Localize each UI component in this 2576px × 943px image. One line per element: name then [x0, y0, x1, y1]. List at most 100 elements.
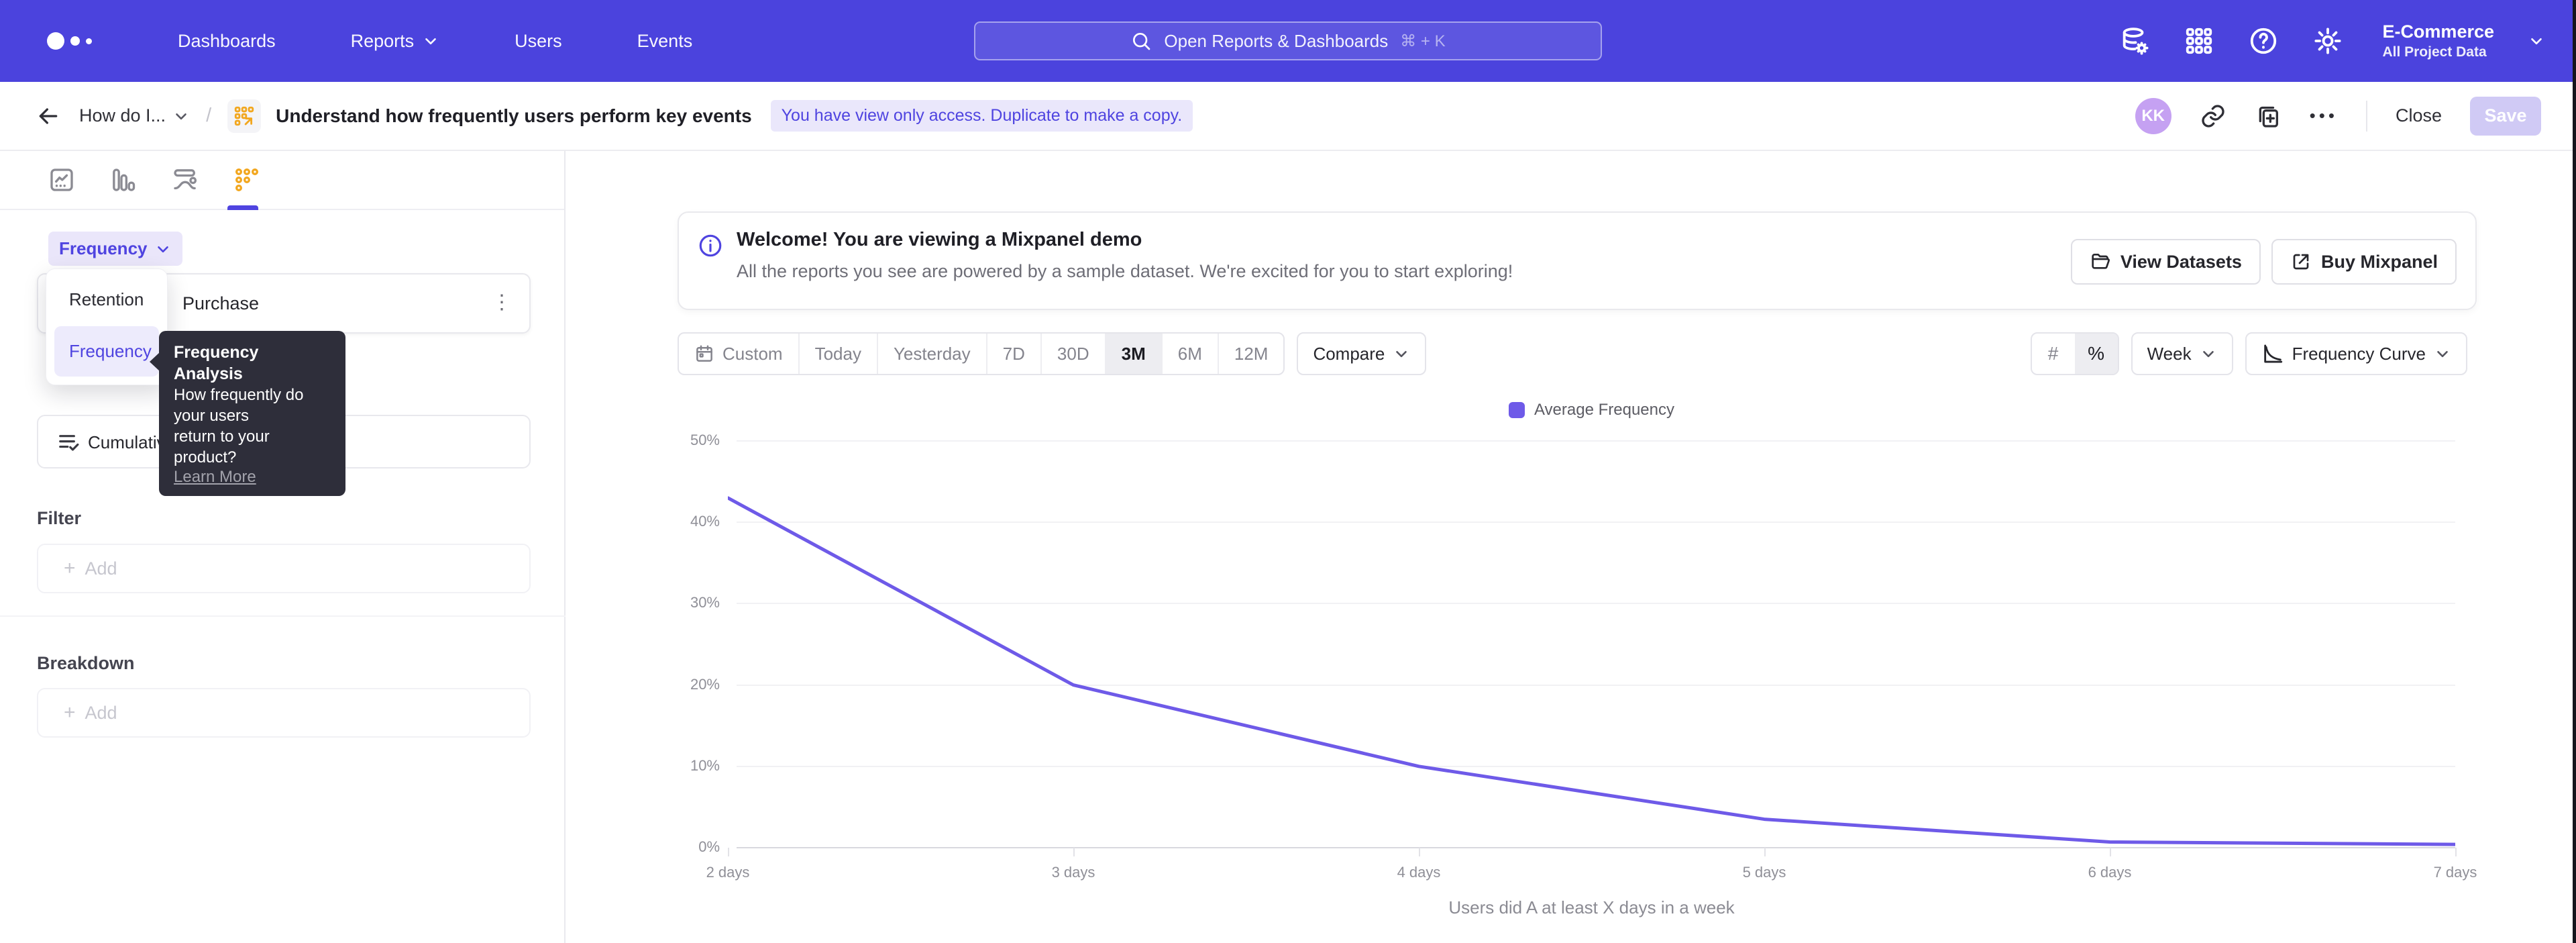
measure-dropdown-trigger[interactable]: Frequency	[48, 232, 182, 266]
more-options-icon[interactable]: •••	[2310, 105, 2338, 126]
range-7d[interactable]: 7D	[987, 334, 1042, 374]
y-axis-label: 30%	[653, 594, 720, 611]
report-main: Welcome! You are viewing a Mixpanel demo…	[566, 151, 2576, 943]
breadcrumb-separator: /	[206, 105, 211, 127]
chevron-down-icon	[2200, 345, 2217, 362]
search-placeholder: Open Reports & Dashboards	[1164, 31, 1388, 52]
x-axis-tick	[2110, 848, 2111, 856]
compare-button[interactable]: Compare	[1297, 332, 1426, 375]
percent-toggle-active[interactable]: %	[2075, 334, 2118, 374]
y-axis-label: 0%	[653, 838, 720, 856]
y-axis-label: 40%	[653, 513, 720, 530]
x-axis-tick	[1764, 848, 1766, 856]
chevron-down-icon	[2528, 32, 2545, 50]
chevron-down-icon	[1393, 345, 1410, 362]
x-axis-tick	[728, 848, 729, 856]
nav-events[interactable]: Events	[637, 31, 693, 52]
interval-dropdown[interactable]: Week	[2131, 332, 2233, 375]
project-switcher[interactable]: E-Commerce All Project Data	[2382, 21, 2494, 60]
range-30d[interactable]: 30D	[1042, 334, 1106, 374]
x-axis-label: 7 days	[2415, 864, 2496, 881]
tab-flows-icon[interactable]	[172, 166, 199, 193]
breakdown-heading: Breakdown	[37, 653, 135, 674]
mixpanel-logo-icon[interactable]	[47, 32, 92, 50]
event-label: Purchase	[182, 293, 259, 314]
settings-gear-icon[interactable]	[2312, 26, 2343, 56]
view-datasets-button[interactable]: View Datasets	[2071, 239, 2261, 285]
tab-insights-icon[interactable]	[48, 166, 75, 193]
report-header: How do I... / Understand how frequently …	[0, 82, 2576, 151]
filter-heading: Filter	[37, 508, 81, 529]
range-today[interactable]: Today	[800, 334, 878, 374]
value-format-toggle: # %	[2031, 332, 2119, 375]
tooltip-title: Frequency Analysis	[174, 342, 331, 385]
chart-legend[interactable]: Average Frequency	[728, 401, 2455, 419]
learn-more-link[interactable]: Learn More	[174, 468, 331, 487]
global-search-input[interactable]: Open Reports & Dashboards ⌘ + K	[974, 21, 1602, 60]
chart-type-dropdown[interactable]: Frequency Curve	[2245, 332, 2467, 375]
tooltip-body-1: How frequently do your users	[174, 385, 331, 426]
frequency-line-series[interactable]	[728, 441, 2455, 854]
back-arrow-icon[interactable]	[35, 103, 62, 130]
mixpanel-app: Dashboards Reports Users Events Open Rep…	[0, 0, 2576, 943]
search-icon	[1130, 30, 1152, 52]
duplicate-icon[interactable]	[2255, 103, 2282, 130]
query-sidebar: Frequency Purchase ⋮ Retention Frequency…	[0, 151, 566, 943]
range-6m[interactable]: 6M	[1163, 334, 1219, 374]
sidebar-divider	[0, 615, 566, 617]
range-12m[interactable]: 12M	[1219, 334, 1284, 374]
range-custom[interactable]: Custom	[679, 334, 800, 374]
report-type-tabs	[0, 151, 564, 210]
view-only-notice[interactable]: You have view only access. Duplicate to …	[771, 100, 1193, 132]
breakdown-add-button[interactable]: + Add	[37, 688, 531, 738]
avatar[interactable]: KK	[2135, 98, 2171, 134]
x-axis-label: 4 days	[1379, 864, 1459, 881]
chevron-down-icon	[2434, 345, 2451, 362]
x-axis-tick	[1073, 848, 1075, 856]
close-button[interactable]: Close	[2396, 105, 2442, 126]
report-title: Understand how frequently users perform …	[276, 105, 752, 127]
nav-right-cluster: E-Commerce All Project Data	[2119, 21, 2545, 60]
data-management-icon[interactable]	[2119, 26, 2150, 56]
calendar-icon	[694, 344, 714, 364]
frequency-curve-icon	[2261, 342, 2284, 365]
gridline	[737, 522, 2455, 523]
tab-funnels-icon[interactable]	[110, 166, 137, 193]
list-check-icon	[57, 430, 83, 456]
tab-retention-icon[interactable]	[233, 166, 260, 193]
date-controls: Custom Today Yesterday 7D 30D 3M 6M 12M …	[678, 332, 1426, 375]
gridline	[737, 847, 2455, 848]
retention-report-icon	[227, 99, 261, 133]
demo-banner: Welcome! You are viewing a Mixpanel demo…	[678, 211, 2477, 310]
x-axis-label: 6 days	[2070, 864, 2150, 881]
info-icon	[698, 233, 723, 258]
x-axis-tick	[2455, 848, 2457, 856]
filter-add-button[interactable]: + Add	[37, 544, 531, 593]
buy-mixpanel-button[interactable]: Buy Mixpanel	[2271, 239, 2457, 285]
apps-grid-icon[interactable]	[2184, 26, 2214, 56]
banner-title: Welcome! You are viewing a Mixpanel demo	[737, 229, 1142, 251]
save-button[interactable]: Save	[2470, 97, 2541, 136]
gridline	[737, 685, 2455, 686]
menu-item-retention[interactable]: Retention	[54, 277, 159, 322]
y-axis-label: 50%	[653, 432, 720, 449]
project-name: E-Commerce	[2382, 21, 2494, 42]
range-yesterday[interactable]: Yesterday	[878, 334, 987, 374]
report-header-actions: KK ••• Close Save	[2135, 97, 2576, 136]
range-3m-active[interactable]: 3M	[1106, 334, 1163, 374]
copy-link-icon[interactable]	[2200, 103, 2226, 130]
banner-actions: View Datasets Buy Mixpanel	[2071, 239, 2457, 285]
nav-users[interactable]: Users	[515, 31, 562, 52]
search-shortcut: ⌘ + K	[1400, 32, 1445, 51]
breadcrumb[interactable]: How do I...	[79, 105, 190, 126]
event-kebab-icon[interactable]: ⋮	[492, 291, 512, 314]
gridline	[737, 440, 2455, 442]
legend-swatch	[1509, 402, 1525, 418]
y-axis-label: 10%	[653, 757, 720, 775]
menu-item-frequency[interactable]: Frequency	[54, 326, 159, 377]
nav-reports[interactable]: Reports	[351, 31, 440, 52]
nav-dashboards[interactable]: Dashboards	[178, 31, 276, 52]
active-tab-indicator	[227, 205, 258, 210]
absolute-toggle[interactable]: #	[2032, 334, 2075, 374]
help-icon[interactable]	[2248, 26, 2279, 56]
